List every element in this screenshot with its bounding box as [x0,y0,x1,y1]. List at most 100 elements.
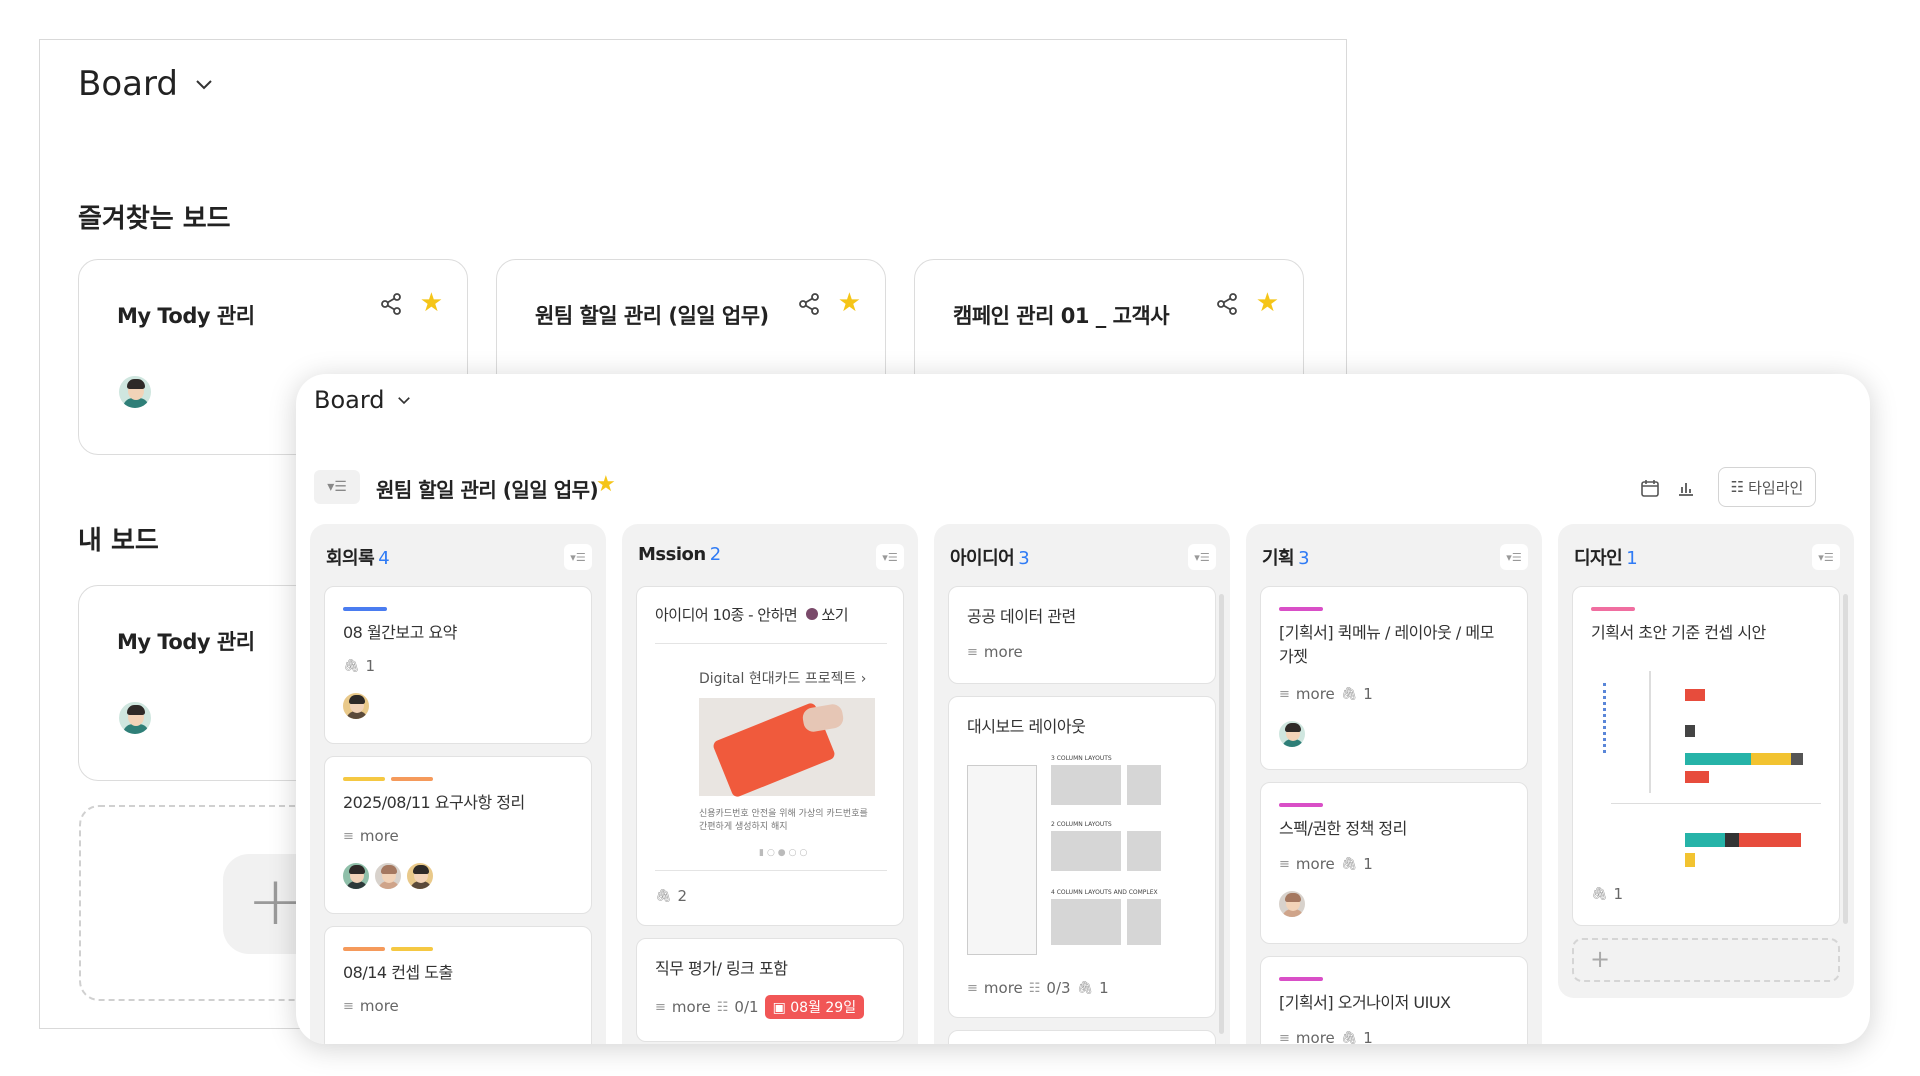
card-meta: ≡ more ☷ 0/1 ▣ 08월 29일 [655,995,865,1019]
description-icon: ≡ [343,998,354,1014]
chevron-down-icon [196,80,212,90]
task-card[interactable]: 공공 데이터 관련 ≡ more [948,586,1216,684]
carousel-dots-icon: ▮○●○○ [759,848,811,858]
avatar [341,691,371,721]
board-name: 캠페인 관리 01 _ 고객사 [953,304,1170,328]
column-count: 3 [1018,548,1030,569]
card-thumbnail: Digital 현대카드 프로젝트 › 신용카드번호 안전을 위해 가상의 카드… [655,643,887,871]
card-title: 스펙/권한 정책 정리 [1279,819,1407,838]
label-bar [1279,607,1323,611]
timeline-button[interactable]: ☷ 타임라인 [1718,467,1816,507]
avatar [1277,719,1307,749]
task-card[interactable]: [기획서] 오거나이저 UIUX ≡ more 🖇 1 [1260,956,1528,1044]
label-bar [391,947,433,951]
star-icon[interactable]: ★ [596,472,616,497]
board-name: 원팀 할일 관리 (일일 업무) [535,304,769,328]
card-meta: ≡ more ☷ 0/3 🖇 1 [967,979,1109,997]
paperclip-icon: 🖇 [1340,856,1358,872]
bar-chart-icon[interactable] [1672,474,1700,502]
calendar-icon[interactable] [1636,474,1664,502]
scrollbar[interactable] [1843,594,1848,924]
task-card[interactable]: 2025/08/11 요구사항 정리 ≡ more [324,756,592,914]
column-mission: Mssion 2 ▾☰ 아이디어 10종 - 안하면 쏘기 Digital 현대카… [622,524,918,1044]
column-count: 2 [709,544,721,565]
add-card-button[interactable]: + [1572,938,1840,982]
star-icon[interactable]: ★ [838,288,861,318]
column-menu-button[interactable]: ▾☰ [1188,544,1216,570]
label-bar [391,777,433,781]
card-title: 대시보드 레이아웃 [967,717,1086,736]
filter-icon: ▾☰ [327,479,347,495]
paperclip-icon: 🖇 [343,658,360,674]
star-icon[interactable]: ★ [420,288,443,318]
column-menu-button[interactable]: ▾☰ [1500,544,1528,570]
column-menu-button[interactable]: ▾☰ [1812,544,1840,570]
task-card[interactable]: 아이디어 10종 - 안하면 쏘기 Digital 현대카드 프로젝트 › 신용… [636,586,904,926]
card-title: 기획서 초안 기준 컨셉 시안 [1591,623,1766,642]
assignees [1277,889,1307,919]
card-meta: 🖇 1 [1591,885,1624,903]
chevron-down-icon [397,397,410,405]
task-card[interactable]: 대시보드 레이아웃 3 COLUMN LAYOUTS 2 COLUMN LAYO… [948,696,1216,1018]
label-bar [343,777,385,781]
column-header: 아이디어 3 [950,548,1030,569]
project-name: 원팀 할일 관리 (일일 업무) [376,478,599,502]
column-meeting-notes: 회의록 4 ▾☰ 08 월간보고 요약 🖇 1 2025/08/11 요구사항 정리… [310,524,606,1044]
thumbnail-heading: Digital 현대카드 프로젝트 › [699,671,867,687]
card-image [699,698,875,799]
card-meta: ≡ more [343,997,399,1015]
task-card[interactable]: [기획서] 퀵메뉴 / 레이아웃 / 메모 가젯 ≡ more 🖇 1 [1260,586,1528,770]
column-menu-button[interactable]: ▾☰ [876,544,904,570]
share-icon[interactable] [797,292,821,316]
avatar [341,861,371,891]
column-planning: 기획 3 ▾☰ [기획서] 퀵메뉴 / 레이아웃 / 메모 가젯 ≡ more 🖇 1… [1246,524,1542,1044]
board-name: My Tody 관리 [117,630,255,654]
card-meta: ≡ more 🖇 1 [1279,1029,1373,1044]
column-design: 디자인 1 ▾☰ 기획서 초안 기준 컨셉 시안 🖇 1 + [1558,524,1854,998]
star-icon[interactable]: ★ [1256,288,1279,318]
task-card[interactable]: 스펙/권한 정책 정리 ≡ more 🖇 1 [1260,782,1528,944]
assignees [1277,719,1307,749]
card-thumbnail: 3 COLUMN LAYOUTS 2 COLUMN LAYOUTS 4 COLU… [967,755,1199,965]
description-icon: ≡ [1279,1030,1290,1045]
board-title: Board [78,64,178,104]
calendar-icon: ▣ [772,1000,791,1016]
card-title: 공공 데이터 관련 [967,607,1076,626]
board-dropdown[interactable]: Board [314,386,413,414]
card-title: 08/14 컨셉 도출 [343,963,453,982]
task-card[interactable]: 직무 평가/ 링크 포함 ≡ more ☷ 0/1 ▣ 08월 29일 [636,938,904,1042]
paperclip-icon: 🖇 [1591,886,1608,902]
board-dropdown[interactable]: Board [78,64,216,104]
card-title: [기획서] 퀵메뉴 / 레이아웃 / 메모 가젯 [1279,623,1494,666]
column-ideas: 아이디어 3 ▾☰ 공공 데이터 관련 ≡ more 대시보드 레이아웃 3 COL… [934,524,1230,1044]
paperclip-icon: 🖇 [1340,1030,1358,1045]
card-title: 08 월간보고 요약 [343,623,457,642]
task-card[interactable]: 기획서 초안 기준 컨셉 시안 🖇 1 [1572,586,1840,926]
column-menu-button[interactable]: ▾☰ [564,544,592,570]
description-icon: ≡ [343,828,354,844]
share-icon[interactable] [1215,292,1239,316]
due-date-badge: ▣ 08월 29일 [764,995,865,1019]
task-card[interactable] [948,1030,1216,1044]
label-bar [1279,803,1323,807]
checklist-icon: ☷ [1028,980,1041,996]
avatar [1277,889,1307,919]
task-card[interactable]: 08/14 컨셉 도출 ≡ more [324,926,592,1044]
label-bar [1591,607,1635,611]
task-card[interactable]: 08 월간보고 요약 🖇 1 [324,586,592,744]
filter-button[interactable]: ▾☰ [314,470,360,504]
plus-icon: + [1590,945,1611,973]
card-meta: ≡ more [343,827,399,845]
card-thumbnail [1591,663,1821,873]
card-meta: ≡ more 🖇 1 [1279,855,1373,873]
card-meta: 🖇 1 [343,657,376,675]
paperclip-icon: 🖇 [655,888,672,904]
paperclip-icon: 🖇 [1340,686,1358,702]
timeline-icon: ☷ [1730,478,1745,496]
share-icon[interactable] [379,292,403,316]
label-bar [343,947,385,951]
card-meta: ≡ more [967,643,1023,661]
description-icon: ≡ [967,980,978,996]
column-header: Mssion 2 [638,544,721,565]
scrollbar[interactable] [1219,594,1224,1034]
